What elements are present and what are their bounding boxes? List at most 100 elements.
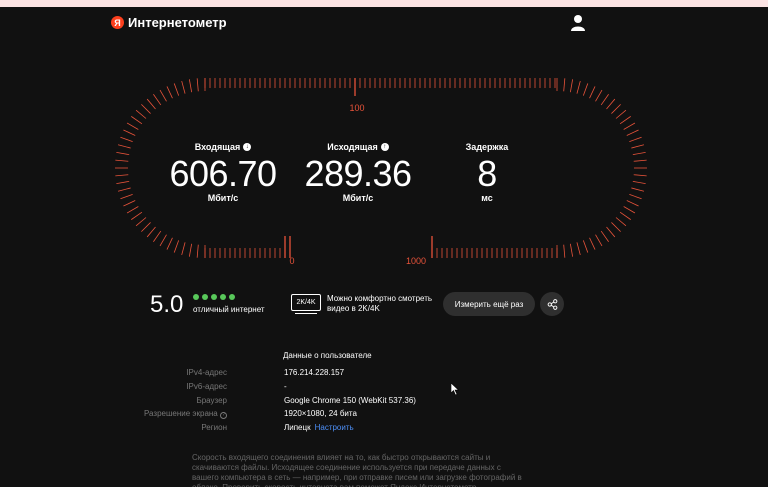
dial-tick	[623, 206, 636, 214]
upload-label: Исходящая	[327, 142, 378, 152]
rating-dot	[211, 294, 217, 300]
dial-tick	[159, 234, 167, 247]
share-button[interactable]	[540, 292, 564, 316]
dial-tick	[600, 94, 609, 106]
dial-tick	[582, 240, 589, 253]
rating-text: отличный интернет	[193, 305, 265, 314]
info-value: 1920×1080, 24 бита	[284, 409, 357, 418]
dial-tick	[615, 217, 627, 227]
mouse-cursor-icon	[451, 383, 459, 395]
dial-tick	[115, 174, 129, 177]
upload-value: 289.36	[304, 153, 412, 194]
rating-dot	[220, 294, 226, 300]
dial-tick	[582, 83, 589, 96]
upload-metric: Исходящая ↑ 289.36 Мбит/с	[302, 137, 414, 203]
dial-tick	[146, 98, 156, 110]
dial-tick	[606, 226, 616, 238]
dial-tick	[116, 151, 130, 156]
dial-tick	[600, 230, 609, 242]
dial-tick	[589, 86, 596, 99]
info-row-region: Регион Липецк Настроить	[150, 423, 450, 435]
info-row-browser: Браузер Google Chrome 150 (WebKit 537.36…	[150, 396, 450, 408]
rating-dot	[193, 294, 199, 300]
dial-tick	[166, 237, 173, 250]
dial-tick	[576, 242, 581, 256]
latency-label: Задержка	[465, 142, 509, 152]
dial-tick	[153, 230, 162, 242]
dial-label-1000: 1000	[406, 256, 426, 266]
dial-tick	[123, 200, 136, 207]
dial-tick	[120, 193, 133, 200]
dial-tick	[196, 78, 199, 92]
dial-tick	[126, 122, 139, 130]
dial-tick	[569, 243, 574, 257]
dial-tick	[631, 187, 645, 192]
dial-tick	[135, 109, 147, 119]
dial-tick	[626, 129, 639, 136]
dial-label-100: 100	[349, 103, 364, 113]
info-value: -	[284, 382, 287, 391]
dial-tick	[619, 211, 631, 220]
latency-value: 8	[477, 153, 497, 194]
dial-tick	[188, 79, 193, 93]
dial-tick	[173, 83, 180, 96]
info-key: IPv6-адрес	[186, 382, 227, 391]
dial-tick	[606, 98, 616, 110]
dial-tick	[146, 226, 156, 238]
dial-tick	[181, 242, 186, 256]
dial-tick	[141, 222, 151, 232]
download-unit: Мбит/с	[207, 193, 239, 203]
dial-tick	[633, 174, 647, 177]
upload-arrow-icon: ↑	[380, 143, 389, 151]
download-arrow-icon: ↓	[243, 143, 252, 151]
retest-button[interactable]: Измерить ещё раз	[443, 292, 535, 316]
download-label: Входящая	[194, 142, 241, 152]
upload-unit: Мбит/с	[342, 193, 374, 203]
dial-tick	[181, 80, 186, 94]
info-key: IPv4-адрес	[186, 368, 227, 377]
info-key: Разрешение экрана ?	[144, 409, 227, 419]
dial-tick	[123, 129, 136, 136]
download-value: 606.70	[169, 153, 277, 194]
dial-tick	[615, 109, 627, 119]
dial-tick	[131, 116, 143, 125]
dial-tick	[159, 89, 167, 102]
dial-tick	[629, 193, 642, 200]
share-icon	[547, 298, 557, 310]
dial-tick	[563, 244, 566, 258]
info-row-resolution: Разрешение экрана ? 1920×1080, 24 бита	[144, 409, 450, 421]
dial-tick	[619, 116, 631, 125]
dial-tick	[120, 136, 133, 143]
dial-tick	[126, 206, 139, 214]
video-quality-icon: 2K/4K	[291, 294, 321, 314]
dial-tick	[117, 187, 131, 192]
dial-tick	[188, 243, 193, 257]
dial-tick	[196, 244, 199, 258]
info-row-ipv4: IPv4-адрес 176.214.228.157	[150, 368, 450, 380]
dial-tick	[595, 234, 603, 247]
dial-tick	[563, 78, 566, 92]
dial-tick	[595, 89, 603, 102]
dial-tick	[166, 86, 173, 99]
info-key: Регион	[201, 423, 227, 432]
dial-tick	[633, 159, 647, 162]
dial-tick	[131, 211, 143, 220]
help-icon[interactable]: ?	[220, 412, 227, 419]
region-settings-link[interactable]: Настроить	[315, 423, 354, 432]
rating-dots	[193, 294, 235, 300]
dial-label-0: 0	[289, 256, 294, 266]
dial-tick	[115, 159, 129, 162]
rating-score: 5.0	[150, 291, 184, 318]
dial-tick	[632, 180, 646, 185]
dial-tick	[153, 94, 162, 106]
user-data-title: Данные о пользователе	[283, 351, 372, 360]
dial-tick	[116, 180, 130, 185]
dial-tick	[632, 151, 646, 156]
dial-tick	[623, 122, 636, 130]
info-value: Липецк	[284, 423, 311, 432]
latency-unit: мс	[481, 193, 493, 203]
video-text: Можно комфортно смотреть видео в 2K/4K	[327, 294, 433, 313]
dial-tick	[117, 144, 131, 149]
dial-tick	[589, 237, 596, 250]
rating-dot	[202, 294, 208, 300]
